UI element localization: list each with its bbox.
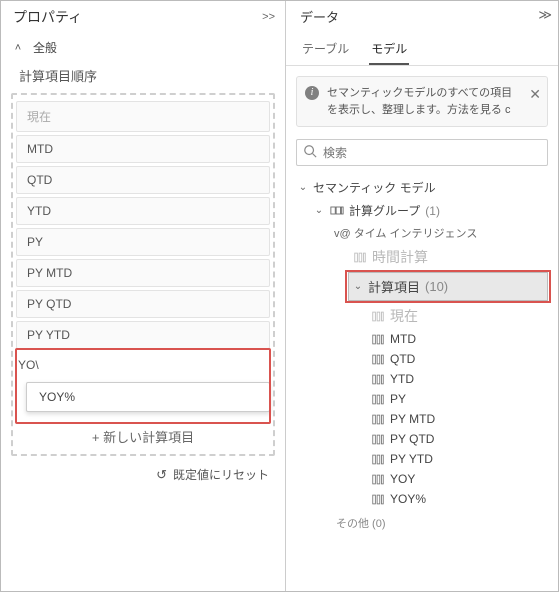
- calc-item[interactable]: QTD: [16, 166, 270, 194]
- tree-root[interactable]: ⌄ セマンティック モデル: [296, 176, 554, 199]
- section-label: 全般: [33, 39, 57, 56]
- collapse-right-icon[interactable]: ≫: [538, 7, 552, 23]
- tree-leaf[interactable]: PY YTD: [296, 449, 554, 469]
- item-icon: [370, 473, 385, 486]
- tree-time-calc[interactable]: 時間計算: [296, 244, 554, 270]
- chevron-up-icon: ˄: [11, 42, 25, 54]
- reset-button[interactable]: 既定値にリセット: [173, 466, 269, 483]
- calc-item[interactable]: PY QTD: [16, 290, 270, 318]
- search-box[interactable]: [296, 139, 548, 166]
- tree-calc-items-header[interactable]: ⌄ 計算項目 (10): [348, 272, 548, 301]
- item-icon: [370, 310, 385, 323]
- item-icon: [370, 433, 385, 446]
- tree-leaf[interactable]: YTD: [296, 369, 554, 389]
- item-icon: [370, 493, 385, 506]
- tree-leaf[interactable]: MTD: [296, 329, 554, 349]
- tree-leaf[interactable]: YOY: [296, 469, 554, 489]
- calc-item[interactable]: PY: [16, 228, 270, 256]
- subsection-title: 計算項目順序: [1, 62, 285, 89]
- reset-icon[interactable]: ↺: [156, 467, 167, 483]
- item-icon: [370, 373, 385, 386]
- tree-group[interactable]: ⌄ 計算グループ (1): [296, 199, 554, 222]
- calc-item[interactable]: 現在: [16, 101, 270, 132]
- group-icon: [329, 204, 344, 217]
- data-pane: データ テーブル モデル i セマンティックモデルのすべての項目を表示し、整理し…: [286, 1, 558, 591]
- model-tree: ⌄ セマンティック モデル ⌄ 計算グループ (1) v@ タイム インテリジェ…: [286, 174, 558, 543]
- info-icon: i: [305, 86, 319, 100]
- chevron-down-icon: ⌄: [314, 205, 324, 216]
- tree-leaf[interactable]: 現在: [296, 303, 554, 329]
- tabs: テーブル モデル: [286, 32, 558, 66]
- item-icon: [370, 413, 385, 426]
- calc-item[interactable]: PY YTD: [16, 321, 270, 349]
- tree-leaf[interactable]: PY QTD: [296, 429, 554, 449]
- tab-table[interactable]: テーブル: [300, 32, 351, 65]
- tree-leaf[interactable]: PY: [296, 389, 554, 409]
- data-title: データ: [300, 7, 339, 26]
- add-calc-item-button[interactable]: + 新しい計算項目: [16, 420, 270, 451]
- tree-leaf[interactable]: PY MTD: [296, 409, 554, 429]
- calc-item[interactable]: YTD: [16, 197, 270, 225]
- search-input[interactable]: [323, 146, 541, 160]
- item-icon: [370, 333, 385, 346]
- section-general[interactable]: ˄ 全般: [1, 33, 285, 62]
- item-icon: [370, 453, 385, 466]
- notice: i セマンティックモデルのすべての項目を表示し、整理します。方法を見る c ✕: [296, 76, 548, 127]
- calc-item[interactable]: MTD: [16, 135, 270, 163]
- tree-leaf[interactable]: QTD: [296, 349, 554, 369]
- properties-pane: プロパティ >> ˄ 全般 計算項目順序 現在 MTD QTD YTD PY P…: [1, 1, 286, 591]
- calc-item-yoy-trunc[interactable]: YO\: [16, 352, 270, 378]
- close-icon[interactable]: ✕: [529, 84, 541, 105]
- calc-item-yoy-popup[interactable]: YOY%: [26, 382, 270, 412]
- item-icon: [370, 393, 385, 406]
- tree-leaf[interactable]: YOY%: [296, 489, 554, 509]
- column-icon: [352, 251, 367, 264]
- notice-text: セマンティックモデルのすべての項目を表示し、整理します。方法を見る c: [327, 87, 512, 116]
- search-icon: [303, 144, 317, 161]
- tree-v-at[interactable]: v@ タイム インテリジェンス: [296, 222, 554, 244]
- calc-item[interactable]: PY MTD: [16, 259, 270, 287]
- expand-icon[interactable]: >>: [262, 11, 275, 23]
- tab-model[interactable]: モデル: [369, 32, 409, 65]
- properties-title: プロパティ: [13, 7, 82, 27]
- chevron-down-icon: ⌄: [298, 182, 308, 193]
- calc-items-order-box: 現在 MTD QTD YTD PY PY MTD PY QTD PY YTD Y…: [11, 93, 275, 456]
- tree-others[interactable]: その他 (0): [296, 509, 554, 535]
- chevron-down-icon: ⌄: [353, 281, 363, 292]
- item-icon: [370, 353, 385, 366]
